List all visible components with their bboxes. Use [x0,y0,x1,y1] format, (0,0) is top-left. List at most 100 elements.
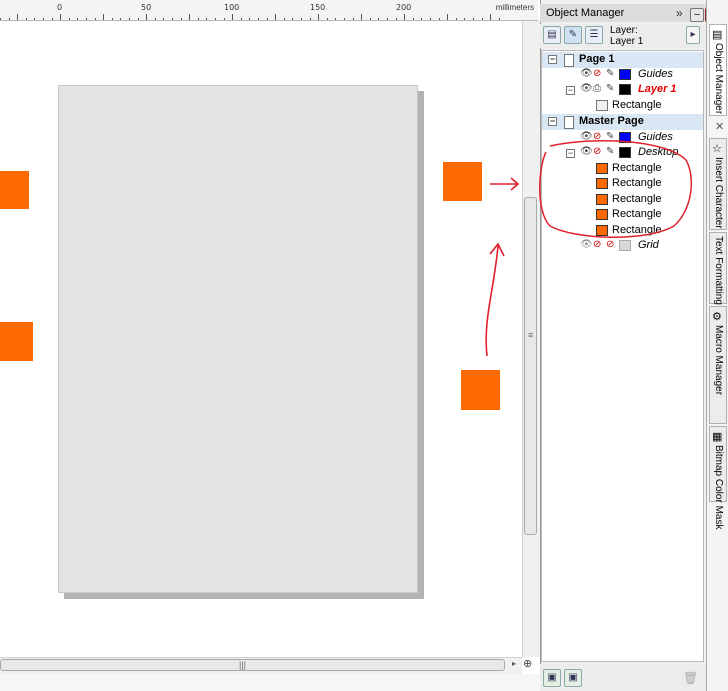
ruler-unit-label: millimeters [495,3,534,12]
new-layer-icon[interactable]: ▣ [543,669,561,687]
ruler-tick [275,14,276,20]
layer-label: Guides [638,68,673,80]
ruler-tick [129,18,130,20]
ruler-tick [473,18,474,20]
ruler-label: 0 [57,3,63,12]
ruler-tick [43,18,44,20]
tree-object-rectangle[interactable]: Rectangle [542,98,703,114]
ruler-label: 100 [224,3,240,12]
close-tab-icon[interactable]: ✕ [715,120,724,133]
object-label: Rectangle [612,99,662,111]
ruler-tick [26,18,27,20]
pencil-icon[interactable]: ✎ [606,83,614,94]
ruler-tick [292,18,293,20]
ruler-tick [421,18,422,20]
docker-toolbar: ▤ ✎ ☰ Layer: Layer 1 ▸ [540,24,706,48]
tab-insert-character[interactable]: ☆ Insert Character [709,138,727,230]
docker-side-tabs: ▤ Object Manager ✕ ☆ Insert Character Te… [706,0,728,691]
tree-layer-1[interactable]: − 👁 ⎙ ✎ Layer 1 [542,82,703,98]
ruler-tick [52,18,53,20]
ruler-tick [378,18,379,20]
trash-icon[interactable]: 🗑 [683,671,698,685]
ruler-label: 200 [396,3,412,12]
ruler-tick [181,18,182,20]
layer-color-swatch [619,84,631,95]
star-icon: ☆ [712,143,722,155]
ruler-tick [112,18,113,20]
ruler-tick [0,18,1,20]
ruler-tick [327,18,328,20]
arrow-up-annotation [485,242,505,357]
ruler-tick [206,18,207,20]
tab-label: Insert Character [713,157,724,229]
zoom-navigator-icon[interactable]: ⊕ [523,657,532,670]
horizontal-scroll-thumb[interactable]: ||| [0,659,505,671]
horizontal-ruler[interactable]: 0 50 100 150 200 millimeters [0,0,538,21]
printer-icon[interactable]: ⎙ [593,83,601,94]
ruler-tick [95,18,96,20]
scroll-right-arrow-icon[interactable]: ▸ [512,659,516,668]
tree-layer-guides[interactable]: 👁 ⊘ ✎ Guides [542,67,703,83]
status-bar [0,674,540,691]
layer-manager-view-icon[interactable]: ☰ [585,26,603,44]
ruler-tick [396,18,397,20]
ruler-tick [17,14,18,20]
tab-label: Bitmap Color Mask [713,445,724,530]
tab-bitmap-color-mask[interactable]: ▦ Bitmap Color Mask [709,426,727,529]
pencil-icon[interactable]: ✎ [606,68,614,79]
ruler-tick [9,18,10,20]
current-layer-info: Layer: Layer 1 [610,25,643,47]
tab-macro-manager[interactable]: ⚙ Macro Manager [709,306,727,424]
tab-label: Object Manager [713,43,724,115]
edit-across-layers-icon[interactable]: ✎ [564,26,582,44]
collapse-icon[interactable]: − [566,86,575,95]
ruler-tick [370,18,371,20]
docker-bottom-bar: ▣ ▣ 🗑 [540,664,706,691]
ruler-tick [232,14,233,20]
layer-name: Layer 1 [610,36,644,47]
ruler-tick [198,18,199,20]
tree-master-page[interactable]: − Master Page [542,114,703,130]
ruler-tick [284,18,285,20]
drawing-page[interactable] [58,85,418,593]
tab-object-manager[interactable]: ▤ Object Manager [709,24,727,116]
eye-icon[interactable]: 👁 [580,68,593,79]
tree-page-1[interactable]: − Page 1 [542,52,703,68]
ruler-tick [447,14,448,20]
printer-disabled-icon[interactable]: ⊘ [593,68,601,79]
layer-label: Layer 1 [638,83,677,95]
vertical-scroll-thumb[interactable]: ≡ [524,197,537,535]
ruler-tick [413,18,414,20]
ruler-tick [103,14,104,20]
ruler-tick [353,18,354,20]
minimize-button[interactable]: – [690,8,704,22]
ruler-label: 50 [141,3,152,12]
ruler-tick [404,14,405,20]
show-object-properties-icon[interactable]: ▤ [543,26,561,44]
orange-rectangle[interactable] [0,171,29,209]
collapse-icon[interactable]: − [548,117,557,126]
tab-text-formatting[interactable]: Text Formatting [709,232,727,305]
ruler-label: 150 [310,3,326,12]
ruler-tick [138,18,139,20]
orange-rectangle[interactable] [443,162,482,201]
ruler-tick [155,18,156,20]
ruler-tick [189,14,190,20]
new-master-layer-icon[interactable]: ▣ [564,669,582,687]
eye-icon[interactable]: 👁 [580,83,593,94]
ruler-tick [430,18,431,20]
orange-rectangle[interactable] [461,370,500,410]
annotation-circle [539,140,693,238]
orange-rectangle[interactable] [0,322,33,361]
grip-icon: ≡ [528,330,534,340]
flyout-arrow-icon[interactable]: ▸ [686,26,700,44]
collapse-icon[interactable]: − [548,55,557,64]
ruler-tick [482,18,483,20]
page-icon [564,116,574,129]
grip-icon: ||| [239,660,247,670]
docker-title-bar[interactable]: Object Manager » – ✕ [540,4,719,22]
expand-chevron-icon[interactable]: » [676,6,683,20]
page-label: Page 1 [579,53,615,65]
ruler-tick [318,14,319,20]
bitmap-mask-icon: ▦ [712,431,723,443]
